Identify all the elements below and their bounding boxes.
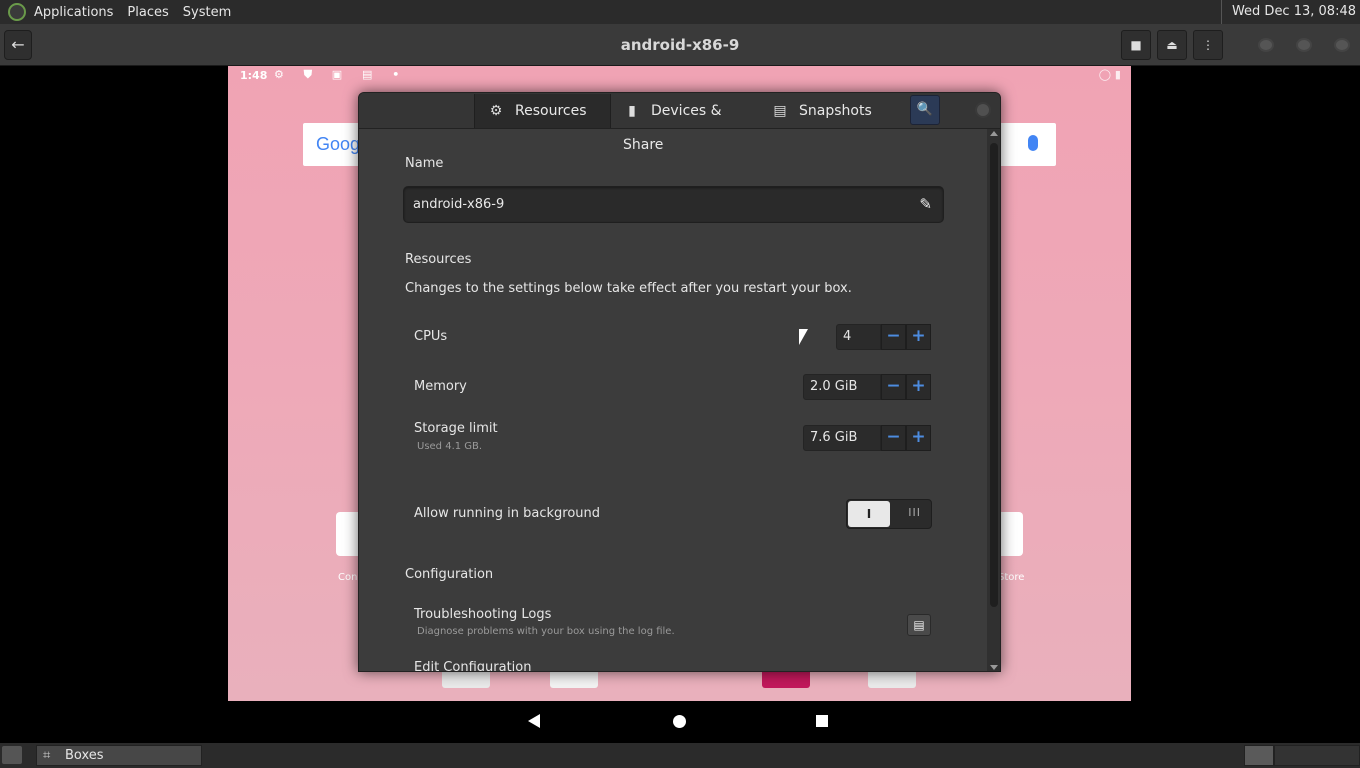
header-bar: ← android-x86-9 ■ ⏏ ⋮ [0, 24, 1360, 66]
android-recents-icon[interactable] [816, 715, 828, 727]
usb-icon: ▮ [628, 103, 636, 119]
tab-label: Resources [515, 103, 587, 119]
system-menu[interactable]: System [183, 5, 231, 20]
android-nav-bar [228, 701, 1131, 743]
open-logs-button[interactable]: ▤ [907, 614, 931, 636]
storage-value[interactable]: 7.6 GiB [803, 425, 881, 451]
maximize-icon[interactable] [1296, 38, 1312, 52]
memory-increase-button[interactable]: + [906, 374, 931, 400]
android-home-icon[interactable] [673, 715, 686, 728]
cpus-increase-button[interactable]: + [906, 324, 931, 350]
resources-note: Changes to the settings below take effec… [405, 281, 852, 296]
taskbar-label: Boxes [65, 748, 104, 763]
mic-icon[interactable] [1028, 135, 1038, 151]
cpus-label: CPUs [414, 329, 448, 344]
dialog-scrollbar[interactable] [987, 129, 1000, 671]
android-status-icons: ⚙ ⛊ ▣ ▤ • [274, 68, 408, 81]
back-button[interactable]: ← [4, 30, 32, 60]
configuration-heading: Configuration [405, 567, 494, 582]
logs-description: Diagnose problems with your box using th… [417, 626, 675, 637]
play-store-app-label: Store [998, 572, 1025, 583]
dialog-header: ⚙ Resources ▮ Devices & Share ▤ Snapshots 🔍 [359, 93, 1000, 153]
memory-value[interactable]: 2.0 GiB [803, 374, 881, 400]
usb-devices-button[interactable]: ⏏ [1157, 30, 1187, 60]
name-value: android-x86-9 [413, 197, 505, 212]
keyboard-shortcut-button[interactable]: ■ [1121, 30, 1151, 60]
scroll-up-icon[interactable] [990, 131, 998, 136]
toggle-off-glyph: III [908, 506, 921, 519]
dialog-close-icon[interactable] [975, 102, 991, 118]
storage-increase-button[interactable]: + [906, 425, 931, 451]
tab-devices-share[interactable]: ▮ Devices & Share [611, 94, 757, 153]
storage-used-note: Used 4.1 GB. [417, 441, 483, 452]
android-battery-icon: ◯ ▮ [1098, 68, 1121, 81]
top-panel: Applications Places System Wed Dec 13, 0… [0, 0, 1360, 24]
search-button[interactable]: 🔍 [910, 95, 940, 125]
tab-snapshots[interactable]: ▤ Snapshots [759, 94, 889, 128]
resources-heading: Resources [405, 252, 472, 267]
background-label: Allow running in background [414, 506, 601, 521]
folder-icon: ▤ [913, 618, 925, 632]
minimize-icon[interactable] [1258, 38, 1274, 52]
distro-logo-icon[interactable] [8, 3, 26, 21]
scroll-down-icon[interactable] [990, 665, 998, 670]
android-time: 1:48 [240, 69, 268, 82]
background-toggle[interactable]: I III [846, 499, 932, 529]
taskbar-boxes-button[interactable]: ⌗ Boxes [36, 745, 202, 766]
name-label: Name [405, 156, 444, 171]
places-menu[interactable]: Places [127, 5, 168, 20]
search-icon: 🔍 [916, 102, 934, 117]
bottom-panel: ⌗ Boxes [0, 743, 1360, 768]
memory-decrease-button[interactable]: − [881, 374, 906, 400]
cpus-decrease-button[interactable]: − [881, 324, 906, 350]
window-title: android-x86-9 [620, 36, 740, 54]
android-status-bar: 1:48 ⚙ ⛊ ▣ ▤ • ◯ ▮ [228, 66, 1131, 86]
resources-page: Name android-x86-9 ✎ Resources Changes t… [359, 129, 987, 671]
storage-label: Storage limit [414, 421, 498, 436]
applications-menu[interactable]: Applications [34, 5, 113, 20]
android-back-icon[interactable] [528, 714, 540, 728]
logs-label: Troubleshooting Logs [414, 607, 552, 622]
tab-resources[interactable]: ⚙ Resources [474, 94, 611, 128]
name-field[interactable]: android-x86-9 ✎ [403, 186, 944, 223]
cpus-value[interactable]: 4 [836, 324, 881, 350]
google-logo: Goog [316, 134, 361, 154]
mouse-cursor-icon [799, 329, 808, 345]
clock[interactable]: Wed Dec 13, 08:48 [1220, 0, 1360, 24]
edit-pencil-icon[interactable]: ✎ [919, 195, 932, 213]
snapshots-icon: ▤ [773, 103, 787, 119]
tab-label: Snapshots [799, 103, 872, 119]
show-desktop-icon[interactable] [2, 746, 22, 764]
properties-dialog: ⚙ Resources ▮ Devices & Share ▤ Snapshots 🔍… [358, 92, 1001, 672]
edit-configuration-label[interactable]: Edit Configuration [414, 660, 531, 671]
contacts-app-label: Con [338, 572, 358, 583]
menu-button[interactable]: ⋮ [1193, 30, 1223, 60]
close-icon[interactable] [1334, 38, 1350, 52]
workspace-1[interactable] [1244, 745, 1274, 766]
workspace-2[interactable] [1274, 745, 1360, 766]
toggle-on-glyph: I [848, 501, 890, 527]
storage-decrease-button[interactable]: − [881, 425, 906, 451]
memory-label: Memory [414, 379, 467, 394]
gear-icon: ⚙ [489, 103, 503, 119]
boxes-app-icon: ⌗ [43, 748, 51, 763]
scroll-thumb[interactable] [990, 143, 998, 607]
